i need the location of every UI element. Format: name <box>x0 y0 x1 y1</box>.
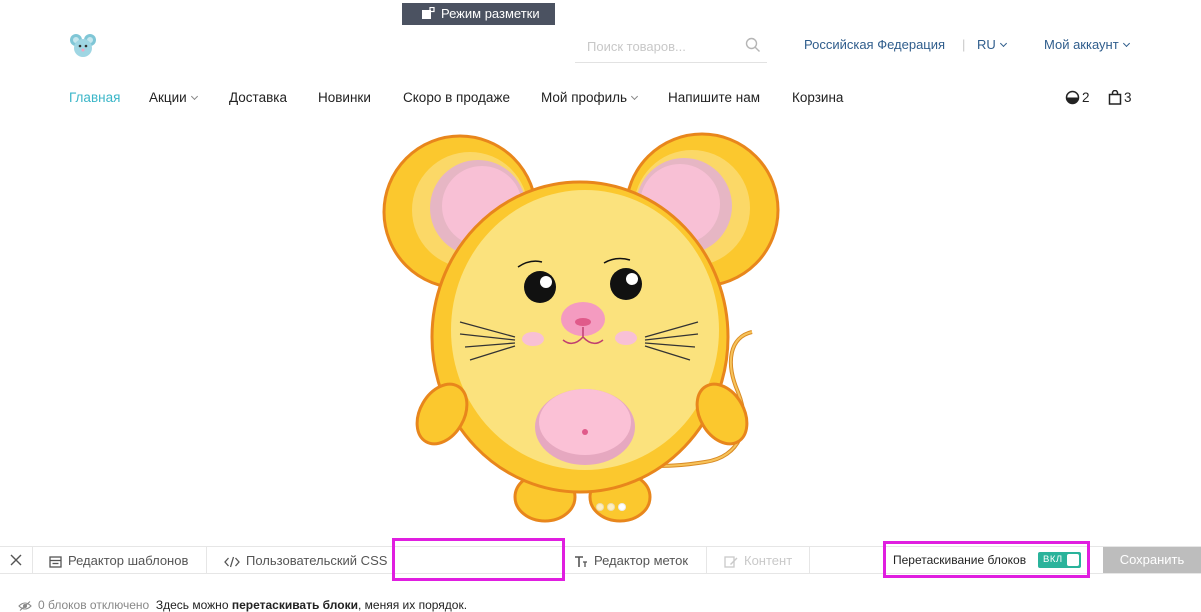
site-logo[interactable] <box>68 31 98 59</box>
chevron-down-icon <box>631 92 639 101</box>
disabled-blocks-count: 0 блоков отключено <box>38 598 150 612</box>
template-icon <box>49 556 62 568</box>
cart-counter[interactable]: 3 <box>1108 89 1132 105</box>
template-editor-button[interactable]: Редактор шаблонов <box>33 547 207 574</box>
label-editor-label: Редактор меток <box>594 553 689 568</box>
compare-count: 2 <box>1082 90 1090 105</box>
save-button[interactable]: Сохранить <box>1103 547 1201 573</box>
cart-count: 3 <box>1124 90 1132 105</box>
custom-css-label: Пользовательский CSS <box>246 553 388 568</box>
edit-document-icon <box>724 556 738 568</box>
content-button[interactable]: Контент <box>707 547 810 574</box>
nav-item-home[interactable]: Главная <box>69 90 120 105</box>
slider-dots <box>596 498 629 516</box>
nav-item-promotions[interactable]: Акции <box>149 90 198 105</box>
close-icon <box>10 554 22 566</box>
code-icon <box>224 556 240 568</box>
chevron-down-icon <box>190 92 198 101</box>
compare-icon <box>1065 90 1080 105</box>
highlight-frame-markup-mode <box>392 538 565 581</box>
chevron-down-icon <box>1122 39 1130 48</box>
label-editor-button[interactable]: Редактор меток <box>564 547 707 574</box>
text-icon <box>575 556 587 567</box>
nav-item-label: Акции <box>149 90 187 105</box>
language-label: RU <box>977 37 996 52</box>
compare-counter[interactable]: 2 <box>1065 90 1090 105</box>
nav-item-delivery[interactable]: Доставка <box>229 90 287 105</box>
language-selector[interactable]: RU <box>977 37 1007 52</box>
markup-mode-label: Режим разметки <box>441 6 540 21</box>
status-bar: 0 блоков отключено Здесь можно перетаски… <box>18 598 467 612</box>
box-icon <box>422 6 435 19</box>
slider-dot-active[interactable] <box>618 503 626 511</box>
custom-css-button[interactable]: Пользовательский CSS <box>207 547 395 574</box>
search-input[interactable] <box>587 36 737 56</box>
nav-item-contact[interactable]: Напишите нам <box>668 90 760 105</box>
search-icon[interactable] <box>745 37 761 53</box>
shopping-bag-icon <box>1108 89 1122 105</box>
nav-item-new[interactable]: Новинки <box>318 90 371 105</box>
hero-mouse-image <box>382 132 780 523</box>
header-separator: | <box>962 37 966 52</box>
nav-item-my-profile[interactable]: Мой профиль <box>541 90 639 105</box>
markup-mode-button[interactable]: Режим разметки <box>402 3 555 25</box>
chevron-down-icon <box>999 39 1007 48</box>
nav-item-coming-soon[interactable]: Скоро в продаже <box>403 90 510 105</box>
status-hint-end: , меняя их порядок. <box>357 598 468 612</box>
eye-off-icon <box>18 601 32 611</box>
search-box[interactable] <box>575 30 767 63</box>
close-toolbar-button[interactable] <box>0 547 33 574</box>
slider-dot[interactable] <box>607 503 615 511</box>
content-label: Контент <box>744 553 793 568</box>
status-hint-start: Здесь можно <box>155 598 232 612</box>
slider-dot[interactable] <box>596 503 604 511</box>
account-menu[interactable]: Мой аккаунт <box>1044 37 1130 52</box>
nav-item-cart[interactable]: Корзина <box>792 90 843 105</box>
template-editor-label: Редактор шаблонов <box>68 553 189 568</box>
account-label: Мой аккаунт <box>1044 37 1119 52</box>
country-selector[interactable]: Российская Федерация <box>804 37 945 52</box>
status-hint-bold: перетаскивать блоки <box>231 598 358 612</box>
nav-item-label: Мой профиль <box>541 90 628 105</box>
highlight-frame-drag-blocks <box>883 541 1090 578</box>
